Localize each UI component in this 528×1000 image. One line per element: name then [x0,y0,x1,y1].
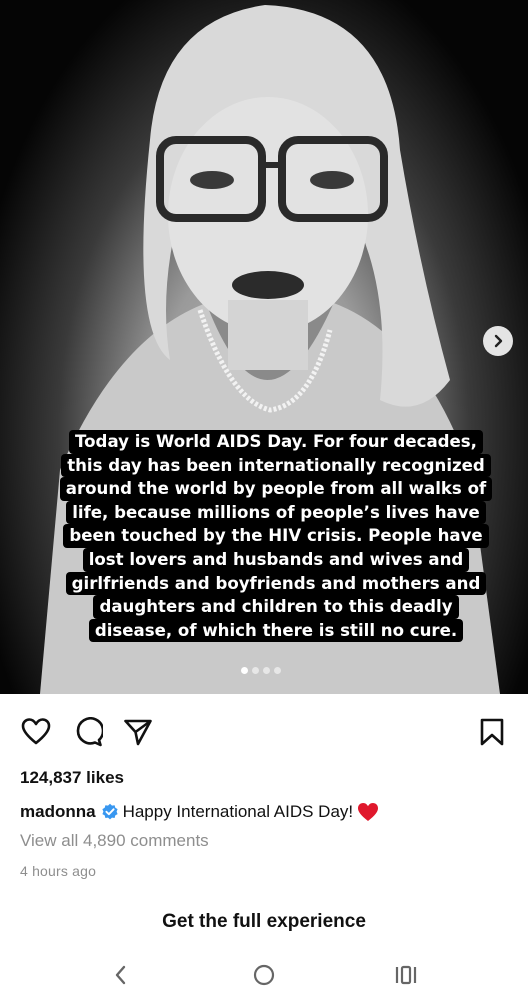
post-caption: madonna Happy International AIDS Day! [20,802,379,822]
post-action-bar [0,710,528,754]
like-button[interactable] [20,716,52,748]
carousel-dot [263,667,270,674]
view-comments-link[interactable]: View all 4,890 comments [20,831,209,851]
post-image[interactable]: Today is World AIDS Day. For four decade… [0,0,528,694]
caption-username[interactable]: madonna [20,802,96,822]
heart-outline-icon [21,718,51,745]
carousel-dot [252,667,259,674]
overlay-line: Today is World AIDS Day. For four decade… [69,430,483,454]
overlay-line: this day has been internationally recogn… [61,453,491,478]
overlay-line: disease, of which there is still no cure… [88,618,464,643]
overlay-line: around the world by people from all walk… [59,477,493,501]
nav-home-button[interactable] [247,958,281,992]
paper-plane-icon [124,719,152,746]
overlay-line: life, because millions of people’s lives… [66,500,486,525]
system-navigation-bar [0,950,528,1000]
get-full-experience-link[interactable]: Get the full experience [0,911,528,933]
overlay-line: lost lovers and husbands and wives and [82,547,470,572]
share-button[interactable] [122,716,154,748]
nav-recents-button[interactable] [389,958,423,992]
caption-text: Happy International AIDS Day! [122,802,354,821]
announcement-text-overlay: Today is World AIDS Day. For four decade… [44,430,508,643]
recent-apps-icon [395,965,417,985]
overlay-line: girlfriends and boyfriends and mothers a… [65,571,487,596]
home-circle-icon [253,964,275,986]
carousel-indicator [241,667,281,674]
overlay-line: been touched by the HIV crisis. People h… [63,524,489,548]
post-timestamp: 4 hours ago [20,863,97,879]
bookmark-icon [480,718,504,746]
carousel-dot-active [241,667,248,674]
chevron-right-icon [494,334,503,348]
likes-count[interactable]: 124,837 likes [20,768,124,788]
verified-badge-icon [101,803,119,821]
carousel-dot [274,667,281,674]
comment-button[interactable] [72,716,104,748]
back-chevron-icon [115,965,126,985]
overlay-line: daughters and children to this deadly [93,595,459,619]
save-button[interactable] [476,716,508,748]
carousel-next-button[interactable] [483,326,513,356]
comment-bubble-icon [76,717,103,747]
red-heart-emoji-icon [357,802,379,822]
nav-back-button[interactable] [104,958,138,992]
